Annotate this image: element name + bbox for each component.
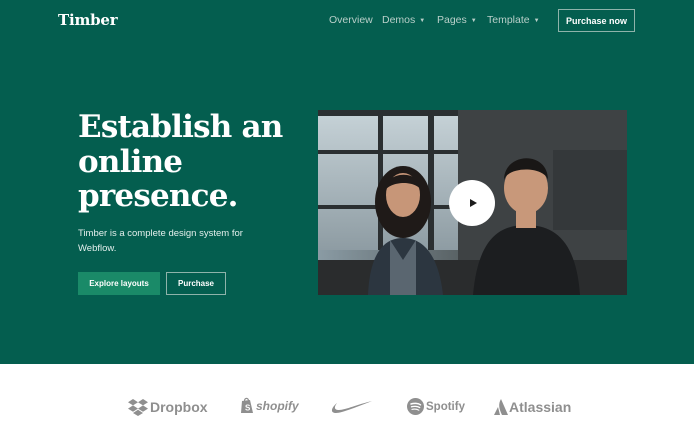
dropbox-icon xyxy=(128,399,148,416)
play-icon xyxy=(469,199,477,207)
explore-layouts-button[interactable]: Explore layouts xyxy=(78,272,160,295)
hero-subtext: Timber is a complete design system for W… xyxy=(78,228,243,254)
hero-section: Timber Overview Demos ▼ Pages ▼ Template ▼ … xyxy=(0,0,694,364)
atlassian-icon xyxy=(494,399,508,415)
nav-link-pages[interactable]: Pages ▼ xyxy=(437,14,477,26)
purchase-button[interactable]: Purchase xyxy=(166,272,226,295)
hero-headline: Establish an online presence. xyxy=(78,110,298,214)
caret-down-icon: ▼ xyxy=(419,18,426,24)
caret-down-icon: ▼ xyxy=(470,18,477,24)
svg-text:S: S xyxy=(245,404,251,413)
logo-label: Atlassian xyxy=(509,399,572,415)
logo-shopify: S shopify xyxy=(240,397,299,414)
nav-link-label: Overview xyxy=(329,14,373,26)
nike-swoosh-icon xyxy=(331,401,372,413)
logo-dropbox: Dropbox xyxy=(128,398,208,416)
shopify-icon: S xyxy=(241,397,253,413)
purchase-now-button[interactable]: Purchase now xyxy=(558,9,635,32)
nav-link-label: Demos xyxy=(382,14,416,26)
brand-logo[interactable]: Timber xyxy=(58,11,118,29)
spotify-icon xyxy=(407,398,424,415)
headline-line: Establish an xyxy=(78,109,283,145)
play-button[interactable] xyxy=(449,180,495,226)
headline-line: presence. xyxy=(78,178,238,214)
headline-line: online xyxy=(78,143,183,180)
nav-link-label: Pages xyxy=(437,14,467,26)
logo-label: Spotify xyxy=(426,400,465,413)
nav-link-label: Template xyxy=(487,14,530,26)
logo-nike xyxy=(329,400,372,414)
nav-link-template[interactable]: Template ▼ xyxy=(487,14,540,26)
nav-link-overview[interactable]: Overview xyxy=(329,14,373,26)
nav-link-demos[interactable]: Demos ▼ xyxy=(382,14,425,26)
logo-atlassian: Atlassian xyxy=(494,399,571,415)
top-nav: Timber Overview Demos ▼ Pages ▼ Template ▼ … xyxy=(0,0,694,40)
logo-label: shopify xyxy=(256,398,299,413)
caret-down-icon: ▼ xyxy=(533,18,540,24)
logo-spotify: Spotify xyxy=(407,398,465,415)
logo-bar: Dropbox S shopify Spotify Atlassian xyxy=(0,364,694,433)
logo-label: Dropbox xyxy=(150,399,208,415)
